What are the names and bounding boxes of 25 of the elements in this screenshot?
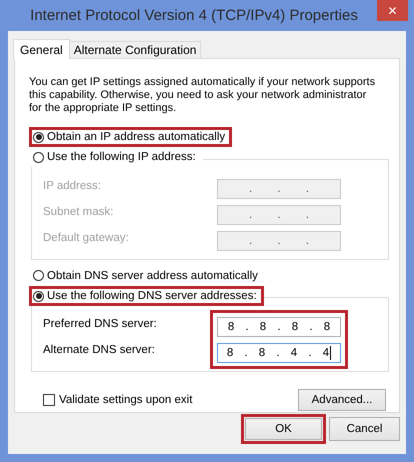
checkbox[interactable] [43, 394, 55, 406]
field-label: Preferred DNS server: [43, 317, 157, 332]
field-label: Default gateway: [43, 230, 129, 246]
validate-checkbox[interactable]: Validate settings upon exit [43, 394, 192, 406]
radio-button[interactable] [33, 132, 44, 142]
radio-button[interactable] [33, 290, 44, 302]
radio-button[interactable] [33, 270, 44, 281]
description-text: You can get IP settings assigned automatically if your network supports this capability. Otherwise, you need to ask your network administrator for the appropriate IP settings. [29, 76, 376, 115]
radio-option[interactable]: Use the following IP address: [33, 151, 196, 163]
field-label: IP address: [43, 178, 102, 194]
close-button[interactable]: ✕ [377, 0, 408, 21]
advanced-button[interactable]: Advanced... [298, 389, 386, 411]
tab[interactable]: General [13, 39, 70, 59]
cancel-button[interactable]: Cancel [329, 417, 400, 441]
radio-button[interactable] [33, 152, 44, 162]
tab[interactable]: Alternate Configuration [68, 41, 202, 58]
field-label: Alternate DNS server: [43, 343, 156, 358]
window-title: Internet Protocol Version 4 (TCP/IPv4) Properties [29, 7, 359, 24]
radio-option[interactable]: Obtain DNS server address automatically [33, 270, 258, 282]
ip-address-field[interactable]: 8 . 8 . 4 . 4 [217, 343, 341, 363]
radio-option[interactable]: Use the following DNS server addresses: [33, 290, 257, 302]
field-label: Subnet mask: [43, 204, 114, 220]
ok-button[interactable]: OK [245, 418, 322, 440]
radio-option[interactable]: Obtain an IP address automatically [33, 131, 226, 143]
ip-address-field[interactable]: 8 . 8 . 8 . 8 [217, 317, 341, 337]
